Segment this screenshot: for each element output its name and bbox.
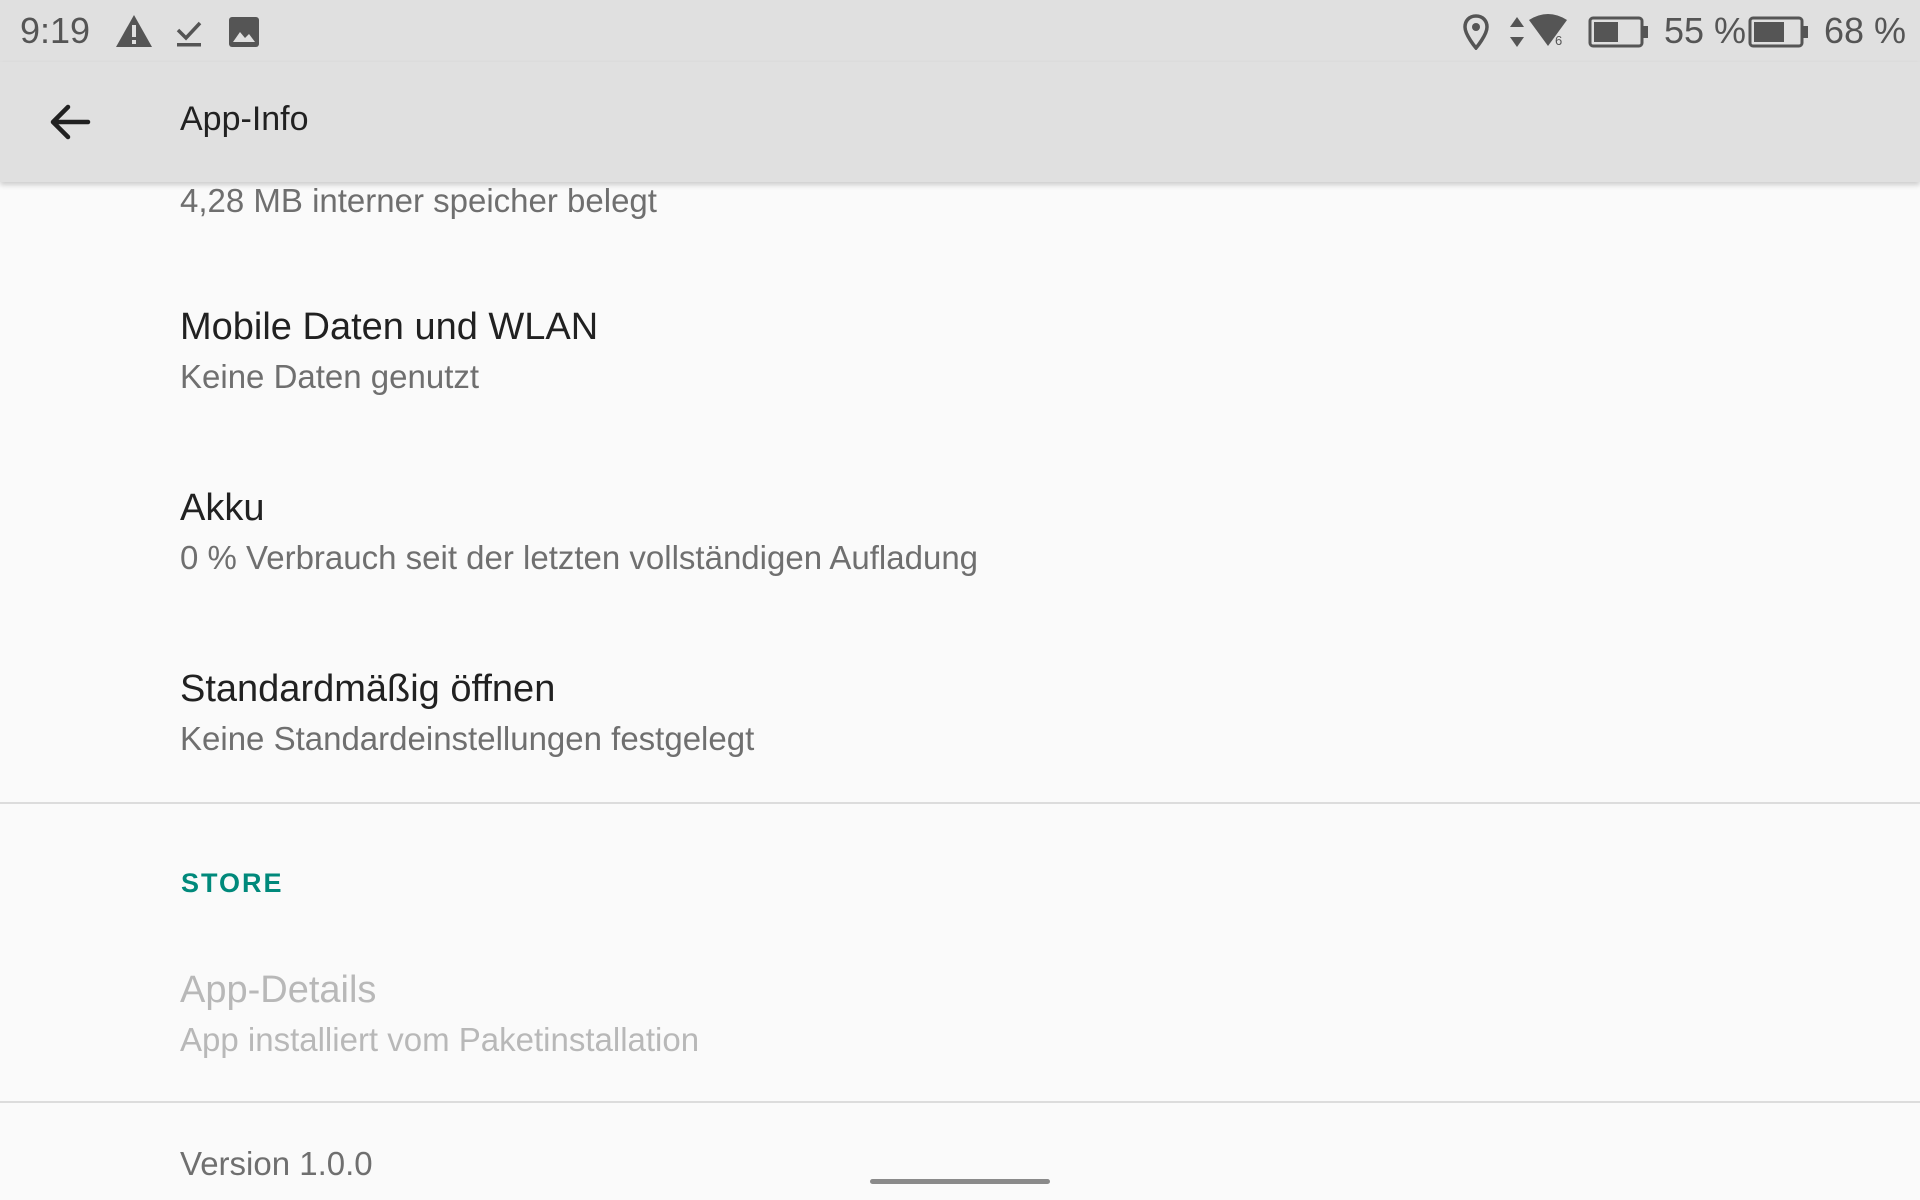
version-text: Version 1.0.0 <box>180 1145 373 1182</box>
pref-item-summary: 0 % Verbrauch seit der letzten vollständ… <box>180 539 979 576</box>
page-title: App-Info <box>180 100 309 138</box>
home-indicator[interactable] <box>870 1179 1050 1184</box>
svg-text:6: 6 <box>1555 33 1562 48</box>
mobile-data-item[interactable]: Mobile Daten und WLAN Keine Daten genutz… <box>0 262 1920 442</box>
status-time: 9:19 <box>20 10 91 51</box>
store-section-header: STORE <box>181 868 284 898</box>
warning-icon <box>116 15 152 47</box>
pref-item-title: Standardmäßig öffnen <box>180 668 556 710</box>
battery-percent-1: 55 % <box>1664 10 1747 51</box>
wifi-icon: 6 <box>1529 14 1567 48</box>
pref-item-summary: Keine Daten genutzt <box>180 358 480 395</box>
app-details-item: App-Details App installiert vom Paketins… <box>0 925 1920 1105</box>
arrow-back-icon <box>50 104 91 140</box>
open-by-default-item[interactable]: Standardmäßig öffnen Keine Standardeinst… <box>0 624 1920 804</box>
storage-summary: 4,28 MB interner speicher belegt <box>180 182 657 219</box>
pref-item-summary: Keine Standardeinstellungen festgelegt <box>180 720 755 757</box>
preferences-list[interactable]: 4,28 MB interner speicher belegt Mobile … <box>0 182 1920 1200</box>
battery-icon <box>1588 16 1648 48</box>
location-icon <box>1463 14 1489 50</box>
battery-icon <box>1748 16 1808 48</box>
battery-item[interactable]: Akku 0 % Verbrauch seit der letzten voll… <box>0 443 1920 623</box>
divider <box>0 802 1920 804</box>
pref-item-title: App-Details <box>180 969 377 1011</box>
pref-item-title: Mobile Daten und WLAN <box>180 306 599 348</box>
back-button[interactable] <box>30 82 110 162</box>
toolbar: App-Info <box>0 62 1920 182</box>
pref-item-summary: App installiert vom Paketinstallation <box>180 1021 700 1058</box>
image-icon <box>229 17 259 47</box>
checkmark-icon <box>176 21 202 47</box>
divider <box>0 1101 1920 1103</box>
data-arrows-icon <box>1510 17 1524 47</box>
pref-item-title: Akku <box>180 487 265 529</box>
status-bar: 9:19 6 55 % 68 % <box>0 0 1920 62</box>
app-info-screen: 9:19 6 55 % 68 % App-Info 4,28 MB intern… <box>0 0 1920 1200</box>
battery-percent-2: 68 % <box>1824 10 1907 51</box>
